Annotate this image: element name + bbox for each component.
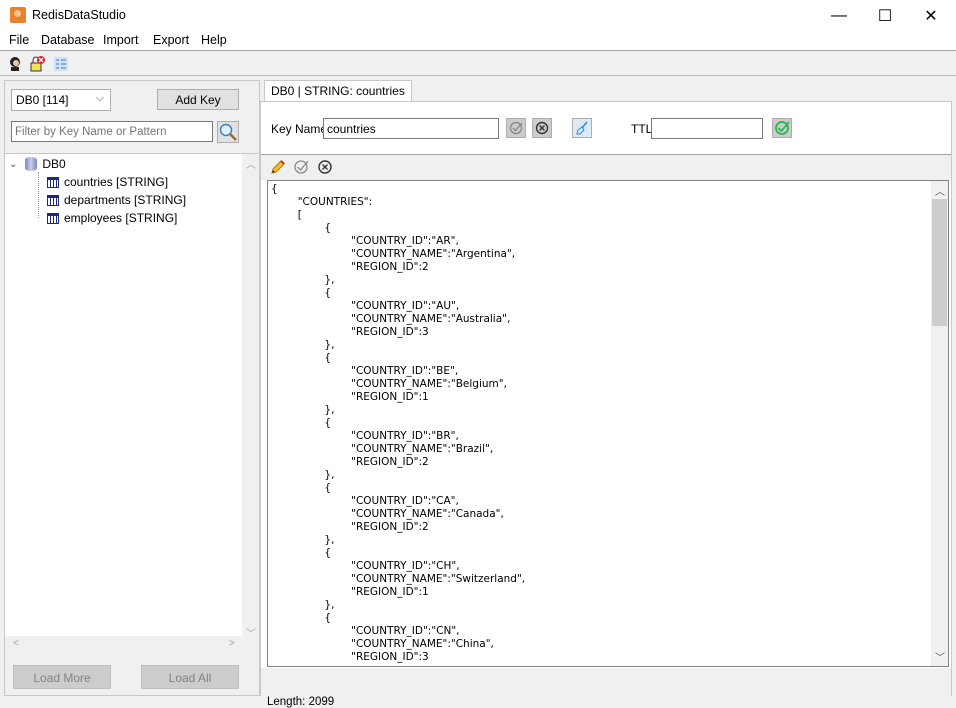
database-icon: [25, 157, 38, 171]
key-name-label: Key Name: [271, 122, 328, 136]
filter-input[interactable]: [11, 121, 213, 142]
chevron-down-icon: ⌵: [95, 92, 104, 104]
key-browser-panel: DB0 [114] ⌵ Add Key ⌄ DB0 countries [STR…: [4, 80, 260, 696]
chevron-right-icon[interactable]: >: [229, 638, 235, 649]
value-editor[interactable]: { "COUNTRIES": [ { "COUNTRY_ID":"AR", "C…: [267, 180, 949, 667]
check-circle-icon: [775, 121, 790, 135]
menu-export[interactable]: Export: [153, 33, 189, 47]
connect-user-icon[interactable]: [7, 56, 23, 72]
scrollbar-thumb[interactable]: [932, 199, 947, 326]
menu-import[interactable]: Import: [103, 33, 138, 47]
title-bar: RedisDataStudio — ☐ ✕: [0, 0, 956, 31]
menu-file[interactable]: File: [9, 33, 29, 47]
cancel-circle-icon[interactable]: [317, 159, 333, 175]
cancel-circle-icon: [535, 121, 549, 135]
menu-database[interactable]: Database: [41, 33, 95, 47]
value-length-status: Length: 2099: [267, 696, 335, 708]
check-circle-icon: [509, 121, 523, 135]
tab-content: Key Name TTL { "COUNTRIES": [ { "COUNTRY…: [260, 101, 952, 708]
app-icon: [10, 7, 26, 23]
disconnect-lock-icon[interactable]: [29, 56, 45, 72]
maximize-button[interactable]: ☐: [862, 0, 908, 31]
window-title: RedisDataStudio: [32, 8, 126, 22]
rename-confirm-button[interactable]: [506, 118, 526, 138]
tab-countries[interactable]: DB0 | STRING: countries: [264, 80, 412, 101]
value-text[interactable]: { "COUNTRIES": [ { "COUNTRY_ID":"AR", "C…: [268, 181, 948, 666]
tree-item-label: countries [STRING]: [64, 175, 169, 189]
ttl-input[interactable]: [651, 118, 763, 139]
editor-toolbar: [261, 154, 951, 180]
toolbar: [0, 52, 956, 76]
menu-help[interactable]: Help: [201, 33, 227, 47]
editor-vertical-scrollbar[interactable]: ︿ ﹀: [931, 181, 948, 666]
menu-bar: File Database Import Export Help: [0, 31, 956, 51]
tree-node-label: DB0: [42, 157, 66, 171]
load-all-button[interactable]: Load All: [141, 665, 239, 689]
search-icon: [219, 123, 237, 141]
close-button[interactable]: ✕: [908, 0, 954, 31]
tree-item-employees[interactable]: employees [STRING]: [47, 209, 177, 227]
broom-icon: [576, 121, 588, 135]
minimize-button[interactable]: —: [816, 0, 862, 31]
rename-cancel-button[interactable]: [532, 118, 552, 138]
tree-item-departments[interactable]: departments [STRING]: [47, 191, 186, 209]
add-key-button[interactable]: Add Key: [157, 89, 239, 110]
value-editor-panel: Key Name TTL { "COUNTRIES": [ { "COUNTRY…: [260, 80, 952, 708]
clear-button[interactable]: [572, 118, 592, 138]
save-check-icon[interactable]: [293, 159, 309, 175]
key-name-input[interactable]: [323, 118, 499, 139]
chevron-up-icon[interactable]: ︿: [935, 183, 945, 198]
tree-item-label: employees [STRING]: [64, 211, 178, 225]
table-icon: [47, 212, 59, 224]
chevron-down-icon[interactable]: ﹀: [935, 649, 945, 664]
load-more-button[interactable]: Load More: [13, 665, 111, 689]
chevron-up-icon[interactable]: ︿: [246, 156, 256, 171]
table-icon: [47, 176, 59, 188]
database-select[interactable]: DB0 [114] ⌵: [11, 89, 111, 111]
ttl-label: TTL: [631, 122, 653, 136]
tree-item-label: departments [STRING]: [64, 193, 187, 207]
key-tree: ⌄ DB0 countries [STRING] departments [ST…: [5, 153, 259, 653]
search-button[interactable]: [217, 121, 239, 143]
chevron-left-icon[interactable]: <: [13, 638, 19, 649]
database-select-value: DB0 [114]: [16, 93, 69, 107]
tree-vertical-scrollbar[interactable]: ︿ ﹀: [242, 154, 259, 642]
expand-icon[interactable]: ⌄: [9, 159, 17, 170]
tree-guide-line: [38, 172, 39, 218]
edit-pencil-icon[interactable]: [270, 159, 286, 175]
ttl-confirm-button[interactable]: [772, 118, 792, 138]
tree-item-countries[interactable]: countries [STRING]: [47, 173, 168, 191]
list-view-icon[interactable]: [53, 56, 69, 72]
tree-node-db0[interactable]: ⌄ DB0: [9, 155, 66, 173]
table-icon: [47, 194, 59, 206]
tree-horizontal-scrollbar[interactable]: < >: [5, 636, 259, 653]
